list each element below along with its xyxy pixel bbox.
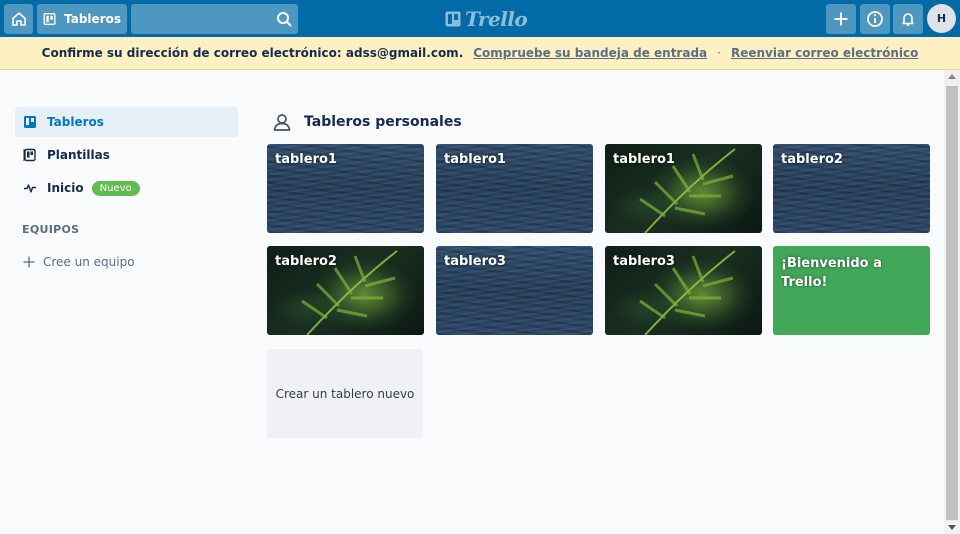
create-board-tile[interactable]: Crear un tablero nuevo <box>267 349 423 438</box>
sidebar-item-label: Tableros <box>47 115 104 129</box>
plus-icon <box>834 12 848 26</box>
search-icon[interactable] <box>276 11 292 27</box>
welcome-board-tile[interactable]: ¡Bienvenido a Trello! <box>773 246 930 335</box>
board-tile[interactable]: tablero3 <box>436 246 593 335</box>
bell-icon <box>902 13 914 26</box>
teams-section-title: EQUIPOS <box>22 223 80 236</box>
banner-separator: · <box>717 46 721 60</box>
user-icon <box>273 114 291 131</box>
sidebar: Tableros Plantillas Inicio Nuevo EQUIPOS… <box>15 107 238 274</box>
plus-icon <box>23 256 35 268</box>
scroll-down-arrow-icon[interactable] <box>948 525 956 530</box>
create-team-label: Cree un equipo <box>43 255 135 269</box>
scrollbar-thumb[interactable] <box>946 86 958 520</box>
board-title: tablero2 <box>275 254 337 269</box>
board-title: tablero1 <box>613 152 675 167</box>
board-tile[interactable]: tablero1 <box>267 144 424 233</box>
check-inbox-link[interactable]: Compruebe su bandeja de entrada <box>473 46 707 60</box>
board-tile[interactable]: tablero3 <box>605 246 762 335</box>
board-title: tablero3 <box>613 254 675 269</box>
banner-message: Confirme su dirección de correo electrón… <box>41 46 464 60</box>
create-board-label: Crear un tablero nuevo <box>275 386 415 401</box>
board-title: ¡Bienvenido a Trello! <box>781 256 882 290</box>
board-title: tablero2 <box>781 152 843 167</box>
board-tile[interactable]: tablero2 <box>773 144 930 233</box>
create-button[interactable] <box>826 4 856 34</box>
top-header: Tableros Trello H <box>0 0 960 37</box>
activity-icon <box>24 184 36 193</box>
scroll-up-arrow-icon[interactable] <box>948 74 956 79</box>
personal-boards-header: Tableros personales <box>272 112 462 132</box>
user-avatar[interactable]: H <box>927 4 956 33</box>
new-badge: Nuevo <box>91 180 140 196</box>
trello-logo-icon <box>445 11 461 27</box>
board-tile[interactable]: tablero1 <box>436 144 593 233</box>
sidebar-item-templates[interactable]: Plantillas <box>15 140 238 170</box>
boards-button-label: Tableros <box>64 12 121 26</box>
board-title: tablero1 <box>444 152 506 167</box>
sidebar-item-label: Inicio <box>47 181 84 195</box>
section-title: Tableros personales <box>304 114 462 130</box>
create-team-button[interactable]: Cree un equipo <box>15 250 238 274</box>
board-title: tablero1 <box>275 152 337 167</box>
search-input[interactable] <box>131 4 298 34</box>
board-tile[interactable]: tablero2 <box>267 246 424 335</box>
board-icon <box>24 116 36 128</box>
board-title: tablero3 <box>444 254 506 269</box>
home-icon <box>11 12 26 26</box>
trello-logo[interactable]: Trello <box>445 7 528 31</box>
email-confirmation-banner: Confirme su dirección de correo electrón… <box>0 37 960 70</box>
board-tile[interactable]: tablero1 <box>605 144 762 233</box>
sidebar-item-boards[interactable]: Tableros <box>15 107 238 137</box>
logo-text: Trello <box>465 7 528 31</box>
board-icon <box>43 13 56 25</box>
vertical-scrollbar[interactable] <box>944 70 960 534</box>
info-icon <box>867 11 883 27</box>
boards-button[interactable]: Tableros <box>37 4 127 34</box>
resend-email-link[interactable]: Reenviar correo electrónico <box>731 46 918 60</box>
sidebar-item-label: Plantillas <box>47 148 110 162</box>
notifications-button[interactable] <box>893 4 923 34</box>
sidebar-item-home[interactable]: Inicio Nuevo <box>15 173 238 203</box>
info-button[interactable] <box>860 4 890 34</box>
home-button[interactable] <box>4 4 33 34</box>
template-icon <box>23 148 36 162</box>
search-box <box>131 4 298 34</box>
